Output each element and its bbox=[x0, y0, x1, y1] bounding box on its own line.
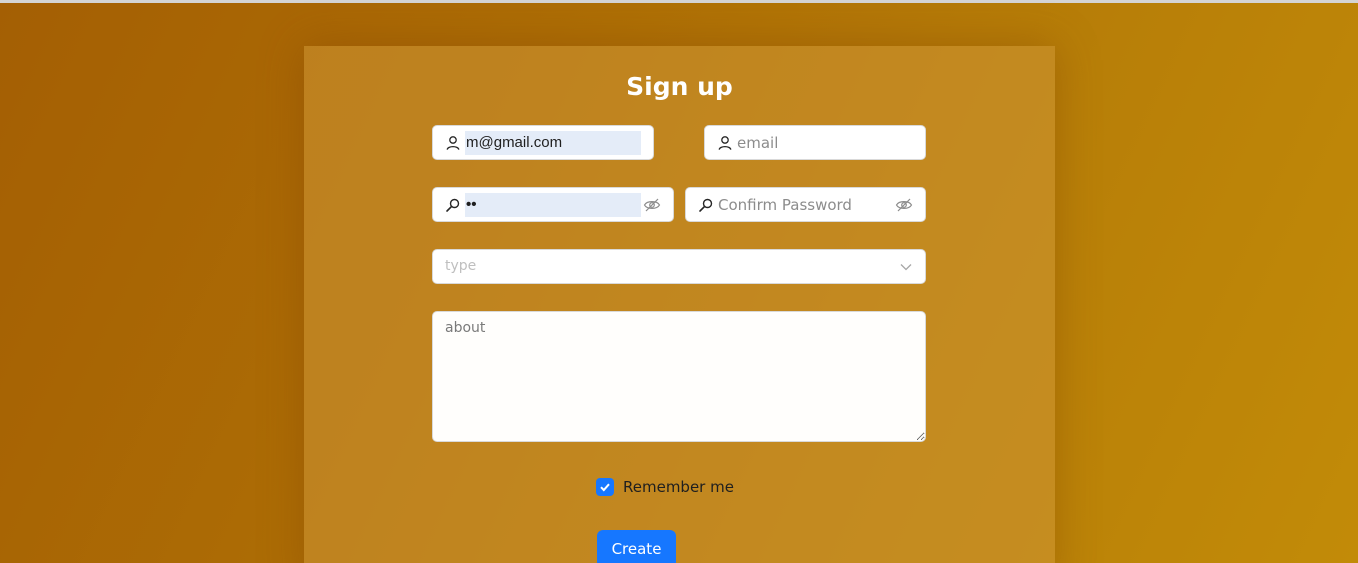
user-icon bbox=[446, 136, 460, 150]
about-textarea[interactable] bbox=[432, 311, 926, 442]
signup-card: Sign up m@gmail.com •• bbox=[304, 46, 1055, 563]
remember-checkbox[interactable] bbox=[596, 478, 614, 496]
browser-top-edge bbox=[0, 0, 1358, 3]
key-icon bbox=[446, 198, 460, 212]
confirm-password-input[interactable] bbox=[718, 193, 888, 217]
remember-me-option[interactable]: Remember me bbox=[596, 478, 734, 496]
chevron-down-icon[interactable] bbox=[899, 260, 913, 274]
page-title: Sign up bbox=[626, 72, 733, 101]
create-button[interactable]: Create bbox=[597, 530, 676, 563]
email-field[interactable] bbox=[704, 125, 926, 160]
eye-invisible-icon[interactable] bbox=[643, 197, 661, 213]
confirm-password-field[interactable] bbox=[685, 187, 926, 222]
type-select-placeholder: type bbox=[445, 258, 477, 274]
user-icon bbox=[718, 136, 732, 150]
eye-invisible-icon[interactable] bbox=[895, 197, 913, 213]
checkmark-icon bbox=[600, 483, 610, 492]
email-input[interactable] bbox=[737, 131, 912, 155]
password-value[interactable]: •• bbox=[465, 193, 641, 217]
key-icon bbox=[699, 198, 713, 212]
password-field[interactable]: •• bbox=[432, 187, 674, 222]
type-select[interactable]: type bbox=[432, 249, 926, 284]
username-value[interactable]: m@gmail.com bbox=[465, 131, 641, 155]
remember-label: Remember me bbox=[623, 478, 734, 496]
username-field[interactable]: m@gmail.com bbox=[432, 125, 654, 160]
